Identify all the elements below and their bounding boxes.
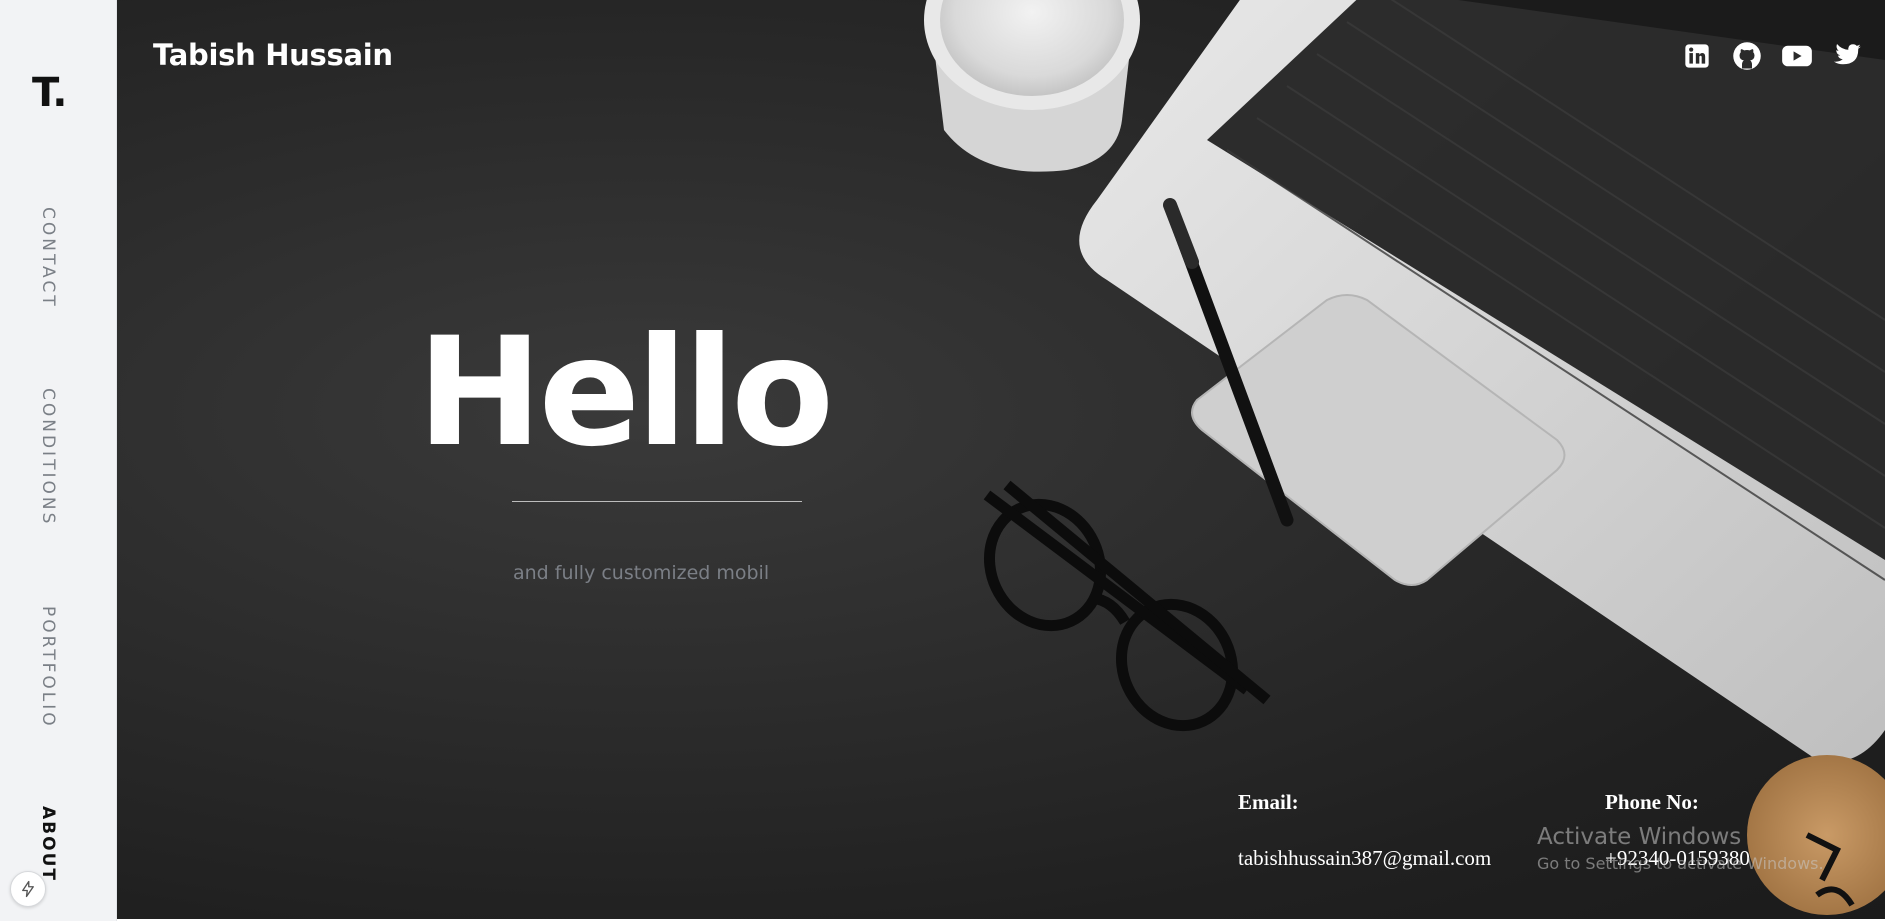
bolt-icon [22,880,34,898]
glasses [983,480,1271,732]
headline-divider [512,501,802,502]
hero-subtitle: and fully customized mobil [513,562,770,584]
hero-section: Tabish Hussain Hello and fully customize… [117,0,1885,919]
site-name[interactable]: Tabish Hussain [153,38,393,72]
twitter-link[interactable] [1831,40,1863,72]
youtube-icon [1782,45,1812,67]
bolt-button[interactable] [10,871,46,907]
nav-item-portfolio[interactable]: PORTFOLIO [38,606,58,729]
nav-item-conditions[interactable]: CONDITIONS [38,388,58,526]
activate-windows-title: Activate Windows [1537,824,1742,850]
twitter-icon [1833,44,1861,65]
hero-headline: Hello [417,306,834,480]
github-link[interactable] [1731,40,1763,72]
nav-item-contact[interactable]: CONTACT [38,207,58,309]
phone-label: Phone No: [1605,790,1699,814]
activate-windows-watermark: Activate Windows Go to Settings to activ… [1537,824,1824,873]
github-icon [1733,42,1761,70]
linkedin-icon [1685,44,1709,68]
email-label: Email: [1238,790,1299,814]
nav-item-about[interactable]: ABOUT [38,806,58,882]
sidebar: T. CONTACT CONDITIONS PORTFOLIO ABOUT [0,0,117,921]
mug [924,0,1140,172]
activate-windows-subtitle: Go to Settings to activate Windows. [1537,854,1824,873]
desk-photo-illustration [924,0,1885,915]
social-links [1681,40,1863,72]
brand-logo[interactable]: T. [32,70,67,116]
linkedin-link[interactable] [1681,40,1713,72]
youtube-link[interactable] [1781,40,1813,72]
email-value[interactable]: tabishhussain387@gmail.com [1238,846,1491,871]
